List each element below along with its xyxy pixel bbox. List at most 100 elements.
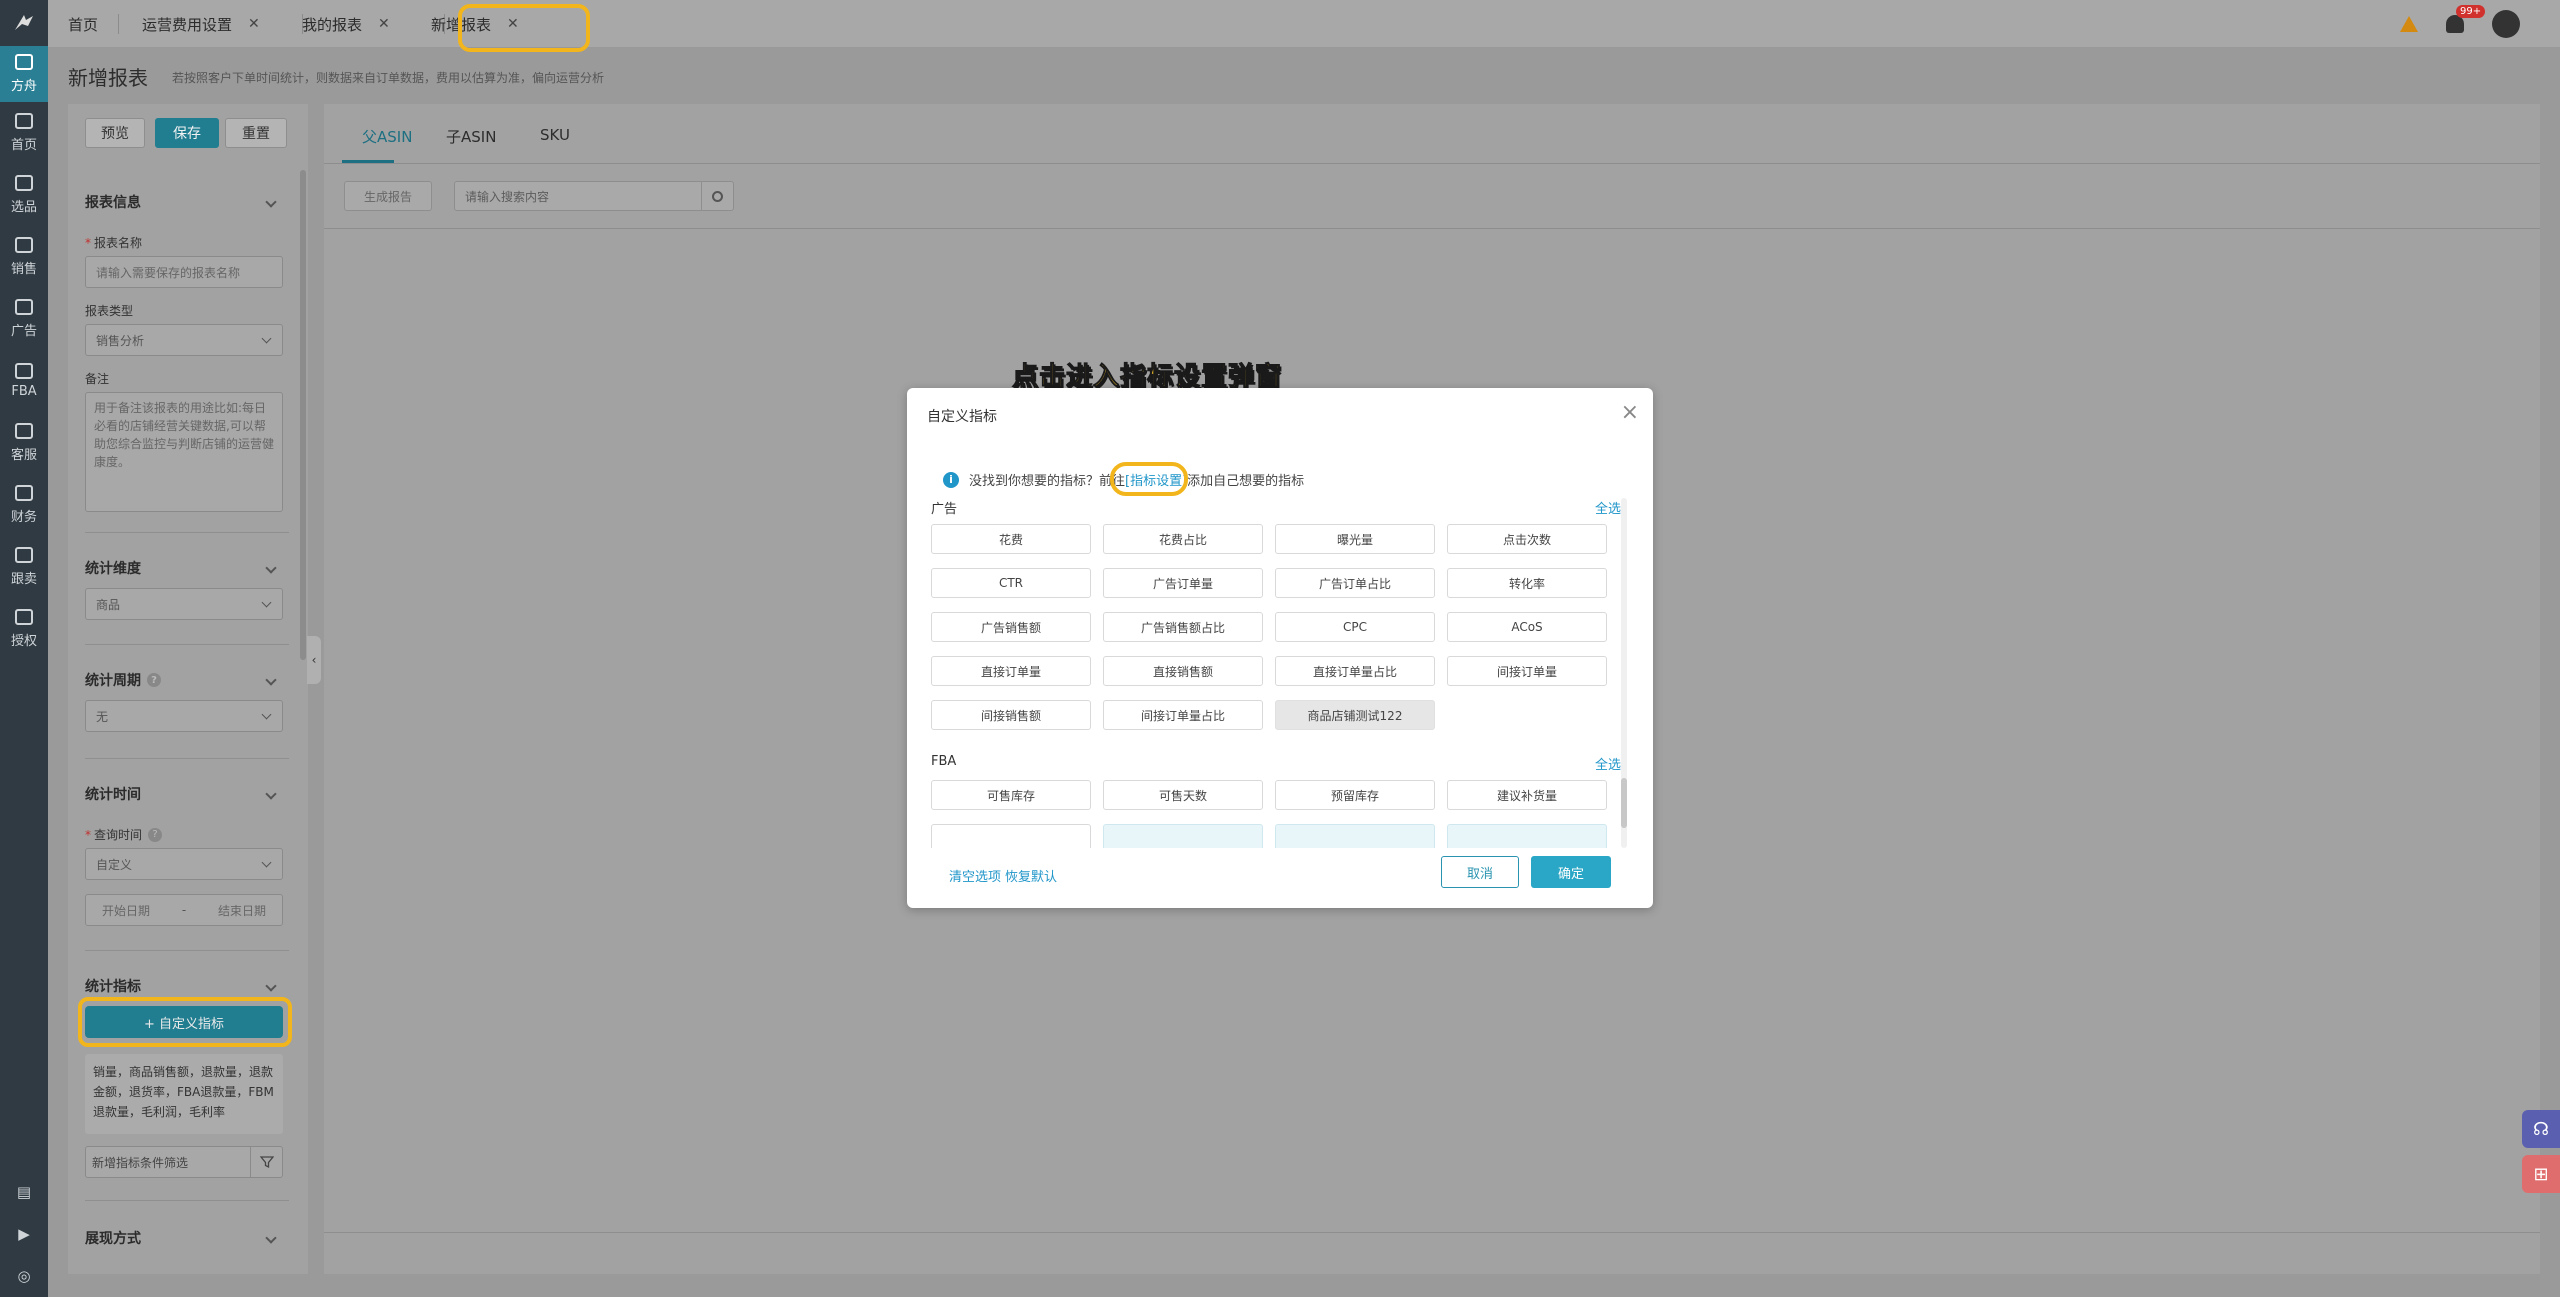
nav-item-0[interactable]: 方舟 <box>0 46 48 102</box>
nav-item-4[interactable]: 广告 <box>0 288 48 350</box>
tab-my-reports[interactable]: 我的报表 ✕ <box>302 10 390 38</box>
chevron-down-icon <box>265 674 277 686</box>
group-title-ad: 广告 <box>931 502 958 517</box>
metric-option[interactable]: 广告销售额占比 <box>1103 612 1263 642</box>
metric-option[interactable]: 可售天数 <box>1103 780 1263 810</box>
select-all-fba[interactable]: 全选 <box>1595 754 1621 773</box>
confirm-button[interactable]: 确定 <box>1531 856 1611 888</box>
time-header[interactable]: 统计时间 <box>85 784 289 804</box>
help-icon[interactable]: ? <box>148 827 163 842</box>
metric-option[interactable]: 转化率 <box>1447 568 1607 598</box>
help-icon[interactable]: ? <box>147 673 161 687</box>
report-name-input[interactable]: 请输入需要保存的报表名称 <box>85 256 283 288</box>
save-button[interactable]: 保存 <box>155 118 219 148</box>
metric-option[interactable]: 间接销售额 <box>931 700 1091 730</box>
generate-report-button[interactable]: 生成报告 <box>344 181 432 211</box>
warning-icon[interactable] <box>2400 16 2418 32</box>
metric-option[interactable]: CPC <box>1275 612 1435 642</box>
nav-item-8[interactable]: 跟卖 <box>0 536 48 598</box>
metric-option[interactable]: 间接订单量占比 <box>1103 700 1263 730</box>
metric-option[interactable]: 广告订单占比 <box>1275 568 1435 598</box>
report-type-select[interactable]: 销售分析 <box>85 324 283 356</box>
metric-option[interactable]: 间接订单量 <box>1447 656 1607 686</box>
nav-item-2[interactable]: 选品 <box>0 164 48 226</box>
metric-option[interactable]: 可售库存 <box>931 780 1091 810</box>
close-icon[interactable]: ✕ <box>248 16 260 32</box>
metric-option[interactable]: 直接订单量占比 <box>1275 656 1435 686</box>
display-header[interactable]: 展现方式 <box>85 1228 289 1248</box>
tab-ops-fee[interactable]: 运营费用设置 ✕ <box>142 10 260 38</box>
metric-option[interactable] <box>931 824 1091 848</box>
metric-option[interactable]: 广告订单量 <box>1103 568 1263 598</box>
nav-item-9[interactable]: 授权 <box>0 598 48 660</box>
metric-option[interactable]: 直接销售额 <box>1103 656 1263 686</box>
metric-option[interactable] <box>1275 824 1435 848</box>
divider <box>85 1200 289 1201</box>
metric-option[interactable]: 预留库存 <box>1275 780 1435 810</box>
gift-icon[interactable]: ⊞ <box>2522 1155 2560 1193</box>
end-date[interactable]: 结束日期 <box>218 902 266 919</box>
chevron-down-icon <box>261 857 272 868</box>
placeholder: 请输入需要保存的报表名称 <box>96 265 241 280</box>
metric-option[interactable] <box>1103 824 1263 848</box>
search-icon[interactable] <box>701 182 733 210</box>
metric-option[interactable]: 花费占比 <box>1103 524 1263 554</box>
metric-option[interactable]: CTR <box>931 568 1091 598</box>
nav-item-7[interactable]: 财务 <box>0 474 48 536</box>
metric-header[interactable]: 统计指标 <box>85 976 289 996</box>
settings-icon[interactable]: ◎ <box>0 1255 48 1297</box>
filter-icon[interactable] <box>250 1147 282 1177</box>
bell-icon[interactable]: 99+ <box>2446 5 2486 33</box>
tab-sku[interactable]: SKU <box>540 126 570 144</box>
nav-label: 财务 <box>10 510 37 525</box>
metric-option[interactable]: 曝光量 <box>1275 524 1435 554</box>
metric-option[interactable]: 广告销售额 <box>931 612 1091 642</box>
close-icon[interactable]: × <box>1621 400 1639 425</box>
cancel-button[interactable]: 取消 <box>1441 856 1519 888</box>
section-title: 统计周期 <box>85 673 141 689</box>
report-settings-panel: 预览 保存 重置 报表信息 * 报表名称 请输入需要保存的报表名称 报表类型 销售… <box>68 104 308 1274</box>
period-select[interactable]: 无 <box>85 700 283 732</box>
fba-icon <box>15 363 33 379</box>
modal-scrollbar[interactable] <box>1621 778 1627 828</box>
dimension-select[interactable]: 商品 <box>85 588 283 620</box>
report-name-label: * 报表名称 <box>85 236 143 250</box>
nav-item-5[interactable]: FBA <box>0 350 48 412</box>
panel-scrollbar[interactable] <box>300 170 306 660</box>
tab-parent-asin[interactable]: 父ASIN <box>362 126 412 147</box>
restore-default-link[interactable]: 恢复默认 <box>1005 866 1057 885</box>
query-time-select[interactable]: 自定义 <box>85 848 283 880</box>
metric-filter-input[interactable]: 新增指标条件筛选 <box>85 1146 283 1178</box>
document-icon[interactable]: ▤ <box>0 1171 48 1213</box>
remark-textarea[interactable]: 用于备注该报表的用途比如:每日必看的店铺经营关键数据,可以帮助您综合监控与判断店… <box>85 392 283 512</box>
reset-button[interactable]: 重置 <box>225 118 287 148</box>
report-info-header[interactable]: 报表信息 <box>85 192 289 212</box>
period-header[interactable]: 统计周期? <box>85 670 289 690</box>
nav-item-6[interactable]: 客服 <box>0 412 48 474</box>
info-text: 没找到你想要的指标？前往 <box>969 474 1126 489</box>
nav-item-3[interactable]: 销售 <box>0 226 48 288</box>
preview-button[interactable]: 预览 <box>85 118 145 148</box>
metric-option[interactable]: 点击次数 <box>1447 524 1607 554</box>
search-input[interactable]: 请输入搜索内容 <box>454 181 734 211</box>
tab-child-asin[interactable]: 子ASIN <box>446 126 496 147</box>
close-icon[interactable]: ✕ <box>378 16 390 32</box>
logo-icon[interactable] <box>0 0 48 46</box>
tab-home[interactable]: 首页 <box>68 10 98 38</box>
nav-item-1[interactable]: 首页 <box>0 102 48 164</box>
date-range-picker[interactable]: 开始日期 - 结束日期 <box>85 894 283 926</box>
start-date[interactable]: 开始日期 <box>102 902 150 919</box>
play-icon[interactable]: ▶ <box>0 1213 48 1255</box>
metric-option[interactable] <box>1447 824 1607 848</box>
avatar[interactable] <box>2492 10 2520 38</box>
collapse-panel-button[interactable]: ‹ <box>307 636 321 684</box>
dimension-header[interactable]: 统计维度 <box>85 558 289 578</box>
metric-option[interactable]: ACoS <box>1447 612 1607 642</box>
clear-options-link[interactable]: 清空选项 <box>949 866 1001 885</box>
metric-option[interactable]: 商品店铺测试122 <box>1275 700 1435 730</box>
metric-option[interactable]: 建议补货量 <box>1447 780 1607 810</box>
metric-option[interactable]: 直接订单量 <box>931 656 1091 686</box>
metric-option[interactable]: 花费 <box>931 524 1091 554</box>
headset-icon[interactable]: ☊ <box>2522 1110 2560 1148</box>
select-all-ad[interactable]: 全选 <box>1595 498 1621 517</box>
